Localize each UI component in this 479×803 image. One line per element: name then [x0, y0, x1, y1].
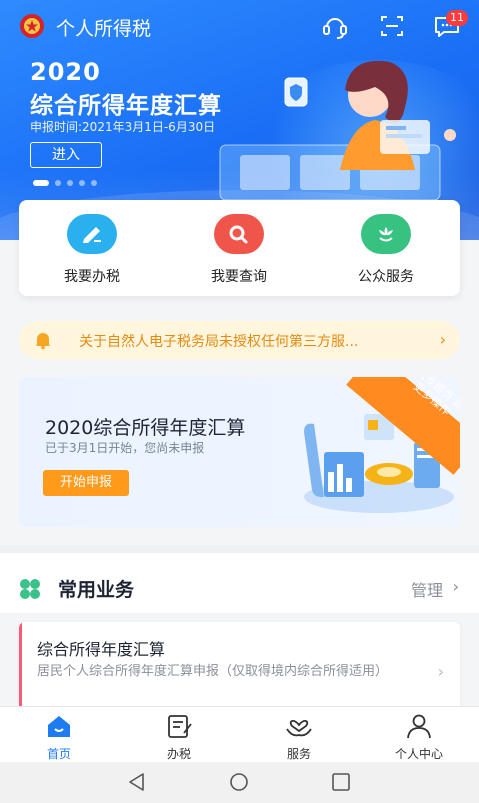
- promo-title: 2020综合所得年度汇算: [45, 417, 246, 439]
- back-icon[interactable]: [126, 771, 148, 793]
- form-icon: [168, 715, 192, 738]
- person-icon: [407, 714, 431, 739]
- chevron-right-icon[interactable]: ›: [453, 577, 459, 596]
- service-description: 居民个人综合所得年度汇算申报（仅取得境内综合所得适用）: [37, 664, 389, 679]
- common-services-header: 常用业务 管理 ›: [0, 553, 479, 613]
- top-bar: 个人所得税 11: [0, 0, 479, 52]
- tab-home[interactable]: 首页: [9, 713, 109, 762]
- tab-profile[interactable]: 个人中心: [369, 713, 469, 762]
- tax-emblem-icon: [20, 14, 44, 38]
- start-declaration-button[interactable]: 开始申报: [43, 470, 129, 496]
- quick-action-label: 我要查询: [211, 269, 267, 285]
- scan-icon[interactable]: [377, 12, 407, 40]
- customer-service-icon[interactable]: [320, 12, 350, 40]
- search-icon: [214, 214, 264, 254]
- annual-settlement-card[interactable]: 进入专题页 进行更多操作 2020综合所得年度汇算 已于3月1日开始，您尚未申报…: [19, 377, 460, 527]
- quick-action-tax[interactable]: 我要办税: [32, 214, 152, 286]
- banner-year: 2020: [30, 58, 101, 86]
- chevron-right-icon: ›: [439, 330, 446, 349]
- quick-action-public-service[interactable]: 公众服务: [326, 214, 446, 286]
- common-services-title: 常用业务: [58, 579, 135, 601]
- home-button-icon[interactable]: [228, 771, 250, 793]
- banner-illustration: [219, 60, 456, 201]
- banner-period: 申报时间:2021年3月1日-6月30日: [30, 120, 216, 134]
- tab-tax[interactable]: 办税: [129, 713, 229, 762]
- carousel-dot[interactable]: [55, 180, 61, 186]
- chevron-right-icon: ›: [437, 662, 444, 681]
- service-accent: [19, 622, 22, 712]
- promo-subtitle: 已于3月1日开始，您尚未申报: [45, 441, 205, 455]
- carousel-dot[interactable]: [79, 180, 85, 186]
- bell-icon: [36, 333, 50, 350]
- quick-action-label: 公众服务: [358, 269, 414, 285]
- carousel-dot-active[interactable]: [33, 180, 49, 186]
- app-title: 个人所得税: [56, 18, 152, 40]
- system-navigation-bar: [0, 762, 479, 803]
- tab-label: 办税: [166, 747, 191, 761]
- quick-action-label: 我要办税: [64, 269, 120, 285]
- message-badge: 11: [446, 10, 468, 26]
- quick-actions-card: 我要办税 我要查询 公众服务: [19, 200, 460, 296]
- carousel-dot[interactable]: [67, 180, 73, 186]
- tab-service[interactable]: 服务: [249, 713, 349, 762]
- banner-enter-button[interactable]: 进入: [30, 142, 102, 168]
- bottom-tab-bar: 首页 办税 服务 个人中心: [0, 706, 479, 762]
- clover-icon: [20, 579, 40, 599]
- home-icon: [48, 716, 70, 737]
- pen-icon: [67, 214, 117, 254]
- heart-hands-icon: [286, 720, 312, 737]
- notice-bar[interactable]: 关于自然人电子税务局未授权任何第三方服... ›: [19, 321, 460, 359]
- notice-text: 关于自然人电子税务局未授权任何第三方服...: [79, 334, 359, 350]
- flower-icon: [361, 214, 411, 254]
- recents-icon[interactable]: [330, 771, 352, 793]
- quick-action-query[interactable]: 我要查询: [179, 214, 299, 286]
- carousel-dot[interactable]: [91, 180, 97, 186]
- tab-label: 个人中心: [394, 747, 443, 761]
- section-divider: [0, 545, 479, 553]
- tab-label: 服务: [286, 747, 311, 761]
- tab-label: 首页: [46, 747, 71, 761]
- manage-link[interactable]: 管理: [411, 577, 443, 601]
- carousel-dots[interactable]: [33, 180, 97, 186]
- banner-title: 综合所得年度汇算: [30, 93, 222, 119]
- service-item[interactable]: 综合所得年度汇算 居民个人综合所得年度汇算申报（仅取得境内综合所得适用） ›: [19, 622, 460, 712]
- service-title: 综合所得年度汇算: [37, 640, 166, 659]
